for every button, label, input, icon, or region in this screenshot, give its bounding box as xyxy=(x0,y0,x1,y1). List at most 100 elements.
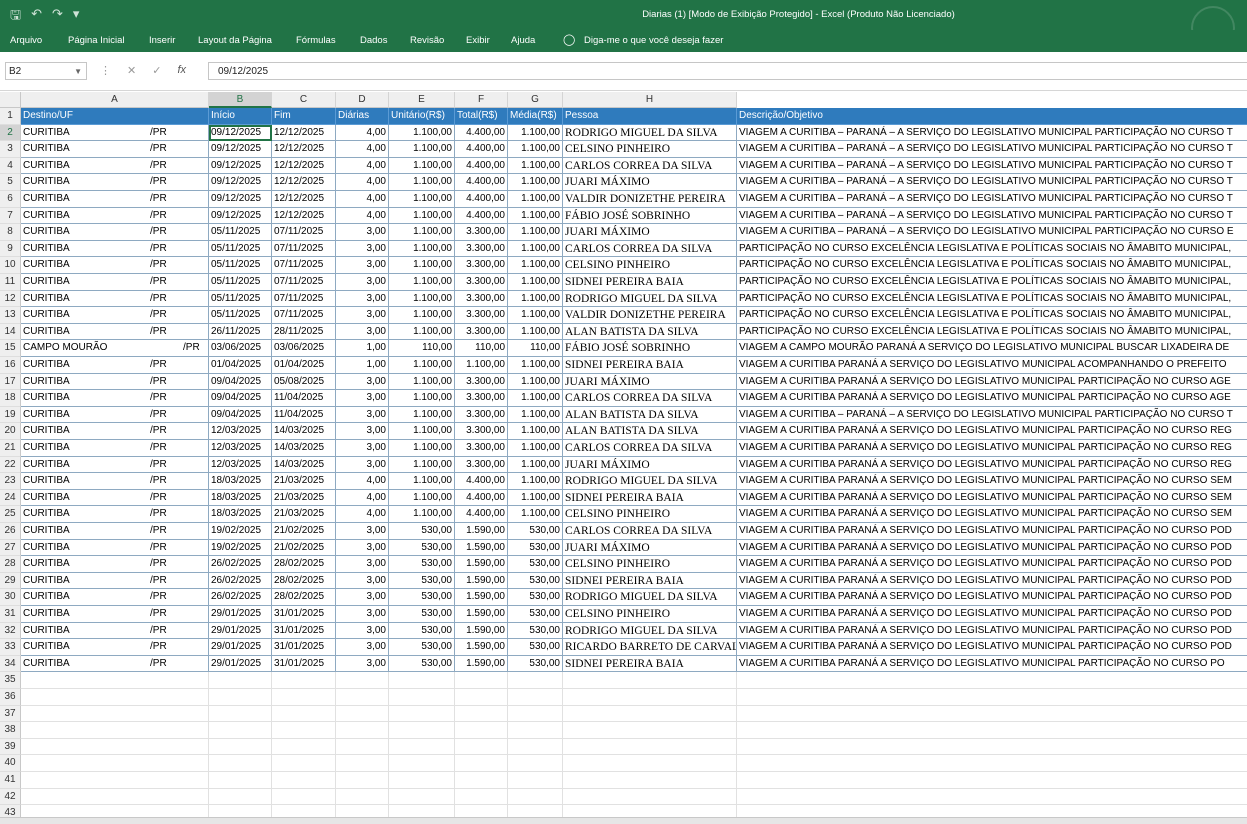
table-cell[interactable]: 530,00 xyxy=(508,622,563,640)
table-cell[interactable]: SIDNEI PEREIRA BAIA xyxy=(563,357,737,374)
table-cell[interactable]: 3.300,00 xyxy=(455,224,508,241)
empty-cell[interactable] xyxy=(737,789,1247,806)
table-cell[interactable]: 1.100,00 xyxy=(389,489,455,507)
empty-cell[interactable] xyxy=(389,755,455,772)
tab-revisao[interactable]: Revisão xyxy=(410,35,444,46)
cell-destino-uf[interactable]: CURITIBA/PR xyxy=(21,257,209,274)
table-cell[interactable]: VIAGEM A CURITIBA PARANÁ A SERVIÇO DO LE… xyxy=(737,589,1247,606)
cell-destino-uf[interactable]: CURITIBA/PR xyxy=(21,274,209,291)
table-cell[interactable]: 21/03/2025 xyxy=(272,489,336,507)
empty-cell[interactable] xyxy=(209,755,272,772)
table-cell[interactable]: 530,00 xyxy=(508,572,563,590)
row-header-19[interactable]: 19 xyxy=(0,406,21,424)
table-cell[interactable]: 1.100,00 xyxy=(389,224,455,241)
table-cell[interactable]: 530,00 xyxy=(508,655,563,673)
lightbulb-icon[interactable]: ◯ xyxy=(563,33,575,46)
row-header-18[interactable]: 18 xyxy=(0,390,21,407)
table-cell[interactable]: 110,00 xyxy=(389,340,455,357)
table-cell[interactable]: CELSINO PINHEIRO xyxy=(563,257,737,274)
row-header-5[interactable]: 5 xyxy=(0,174,21,191)
table-cell[interactable]: 110,00 xyxy=(455,340,508,357)
table-cell[interactable]: 3,00 xyxy=(336,240,389,258)
table-cell[interactable]: 530,00 xyxy=(389,589,455,606)
table-cell[interactable]: 4,00 xyxy=(336,473,389,490)
table-cell[interactable]: JUARI MÁXIMO xyxy=(563,539,737,557)
table-cell[interactable]: 1.100,00 xyxy=(508,489,563,507)
table-cell[interactable]: 1.100,00 xyxy=(389,157,455,175)
table-cell[interactable]: 530,00 xyxy=(389,523,455,540)
table-cell[interactable]: 07/11/2025 xyxy=(272,240,336,258)
empty-cell[interactable] xyxy=(455,705,508,723)
table-cell[interactable]: ALAN BATISTA DA SILVA xyxy=(563,423,737,440)
table-cell[interactable]: 3,00 xyxy=(336,606,389,623)
empty-cell[interactable] xyxy=(563,788,737,806)
empty-cell[interactable] xyxy=(209,738,272,756)
table-cell[interactable]: 1.100,00 xyxy=(508,373,563,391)
table-cell[interactable]: 1.100,00 xyxy=(508,224,563,241)
empty-cell[interactable] xyxy=(336,705,389,723)
table-header-cell[interactable]: Pessoa xyxy=(563,108,737,125)
empty-cell[interactable] xyxy=(508,755,563,772)
empty-cell[interactable] xyxy=(455,772,508,789)
empty-cell[interactable] xyxy=(563,689,737,706)
row-header-36[interactable]: 36 xyxy=(0,689,21,706)
table-cell[interactable]: 1.100,00 xyxy=(455,357,508,374)
table-cell[interactable]: 1.100,00 xyxy=(508,207,563,225)
empty-cell[interactable] xyxy=(336,689,389,706)
table-header-cell[interactable]: Unitário(R$) xyxy=(389,108,455,125)
table-cell[interactable]: RICARDO BARRETO DE CARVALHO xyxy=(563,639,737,656)
table-cell[interactable]: 3.300,00 xyxy=(455,240,508,258)
table-cell[interactable]: 07/11/2025 xyxy=(272,257,336,274)
table-cell[interactable]: 14/03/2025 xyxy=(272,440,336,457)
empty-cell[interactable] xyxy=(336,788,389,806)
table-cell[interactable]: 1.590,00 xyxy=(455,523,508,540)
table-cell[interactable]: CARLOS CORREA DA SILVA xyxy=(563,157,737,175)
table-cell[interactable]: 1.100,00 xyxy=(389,207,455,225)
table-cell[interactable]: 07/11/2025 xyxy=(272,290,336,308)
empty-cell[interactable] xyxy=(389,689,455,706)
row-header-38[interactable]: 38 xyxy=(0,722,21,739)
cell-destino-uf[interactable]: CURITIBA/PR xyxy=(21,157,209,175)
row-header-14[interactable]: 14 xyxy=(0,323,21,341)
table-cell[interactable]: 28/02/2025 xyxy=(272,589,336,606)
table-cell[interactable]: 26/02/2025 xyxy=(209,572,272,590)
row-header-40[interactable]: 40 xyxy=(0,755,21,772)
table-cell[interactable]: 14/03/2025 xyxy=(272,423,336,440)
table-cell[interactable]: 1.100,00 xyxy=(508,406,563,424)
chevron-down-icon[interactable]: ▼ xyxy=(74,63,82,81)
row-header-12[interactable]: 12 xyxy=(0,290,21,308)
row-header-30[interactable]: 30 xyxy=(0,589,21,606)
empty-cell[interactable] xyxy=(21,755,209,772)
cell-destino-uf[interactable]: CURITIBA/PR xyxy=(21,224,209,241)
table-cell[interactable]: RODRIGO MIGUEL DA SILVA xyxy=(563,473,737,490)
empty-cell[interactable] xyxy=(389,738,455,756)
row-header-29[interactable]: 29 xyxy=(0,572,21,590)
table-cell[interactable]: 1.100,00 xyxy=(389,406,455,424)
table-cell[interactable]: SIDNEI PEREIRA BAIA xyxy=(563,572,737,590)
table-cell[interactable]: 3,00 xyxy=(336,655,389,673)
table-cell[interactable]: JUARI MÁXIMO xyxy=(563,456,737,474)
table-cell[interactable]: 3.300,00 xyxy=(455,274,508,291)
empty-cell[interactable] xyxy=(563,755,737,772)
table-cell[interactable]: 03/06/2025 xyxy=(272,340,336,357)
column-header-f[interactable]: F xyxy=(455,92,508,108)
table-cell[interactable]: 3.300,00 xyxy=(455,373,508,391)
table-header-cell[interactable]: Total(R$) xyxy=(455,108,508,125)
table-header-cell[interactable]: Média(R$) xyxy=(508,108,563,125)
table-cell[interactable]: JUARI MÁXIMO xyxy=(563,373,737,391)
row-header-15[interactable]: 15 xyxy=(0,340,21,357)
table-cell[interactable]: 21/03/2025 xyxy=(272,473,336,490)
table-cell[interactable]: 31/01/2025 xyxy=(272,655,336,673)
table-cell[interactable]: 530,00 xyxy=(508,539,563,557)
cell-destino-uf[interactable]: CURITIBA/PR xyxy=(21,390,209,407)
table-cell[interactable]: VIAGEM A CURITIBA PARANÁ A SERVIÇO DO LE… xyxy=(737,523,1247,540)
table-cell[interactable]: FÁBIO JOSÉ SOBRINHO xyxy=(563,207,737,225)
empty-cell[interactable] xyxy=(272,705,336,723)
table-cell[interactable]: 3,00 xyxy=(336,622,389,640)
table-cell[interactable]: 1.100,00 xyxy=(508,440,563,457)
table-cell[interactable]: VIAGEM A CURITIBA – PARANÁ – A SERVIÇO D… xyxy=(737,174,1247,191)
empty-cell[interactable] xyxy=(389,672,455,689)
cell-destino-uf[interactable]: CURITIBA/PR xyxy=(21,240,209,258)
table-cell[interactable]: 07/11/2025 xyxy=(272,274,336,291)
row-header-37[interactable]: 37 xyxy=(0,705,21,723)
